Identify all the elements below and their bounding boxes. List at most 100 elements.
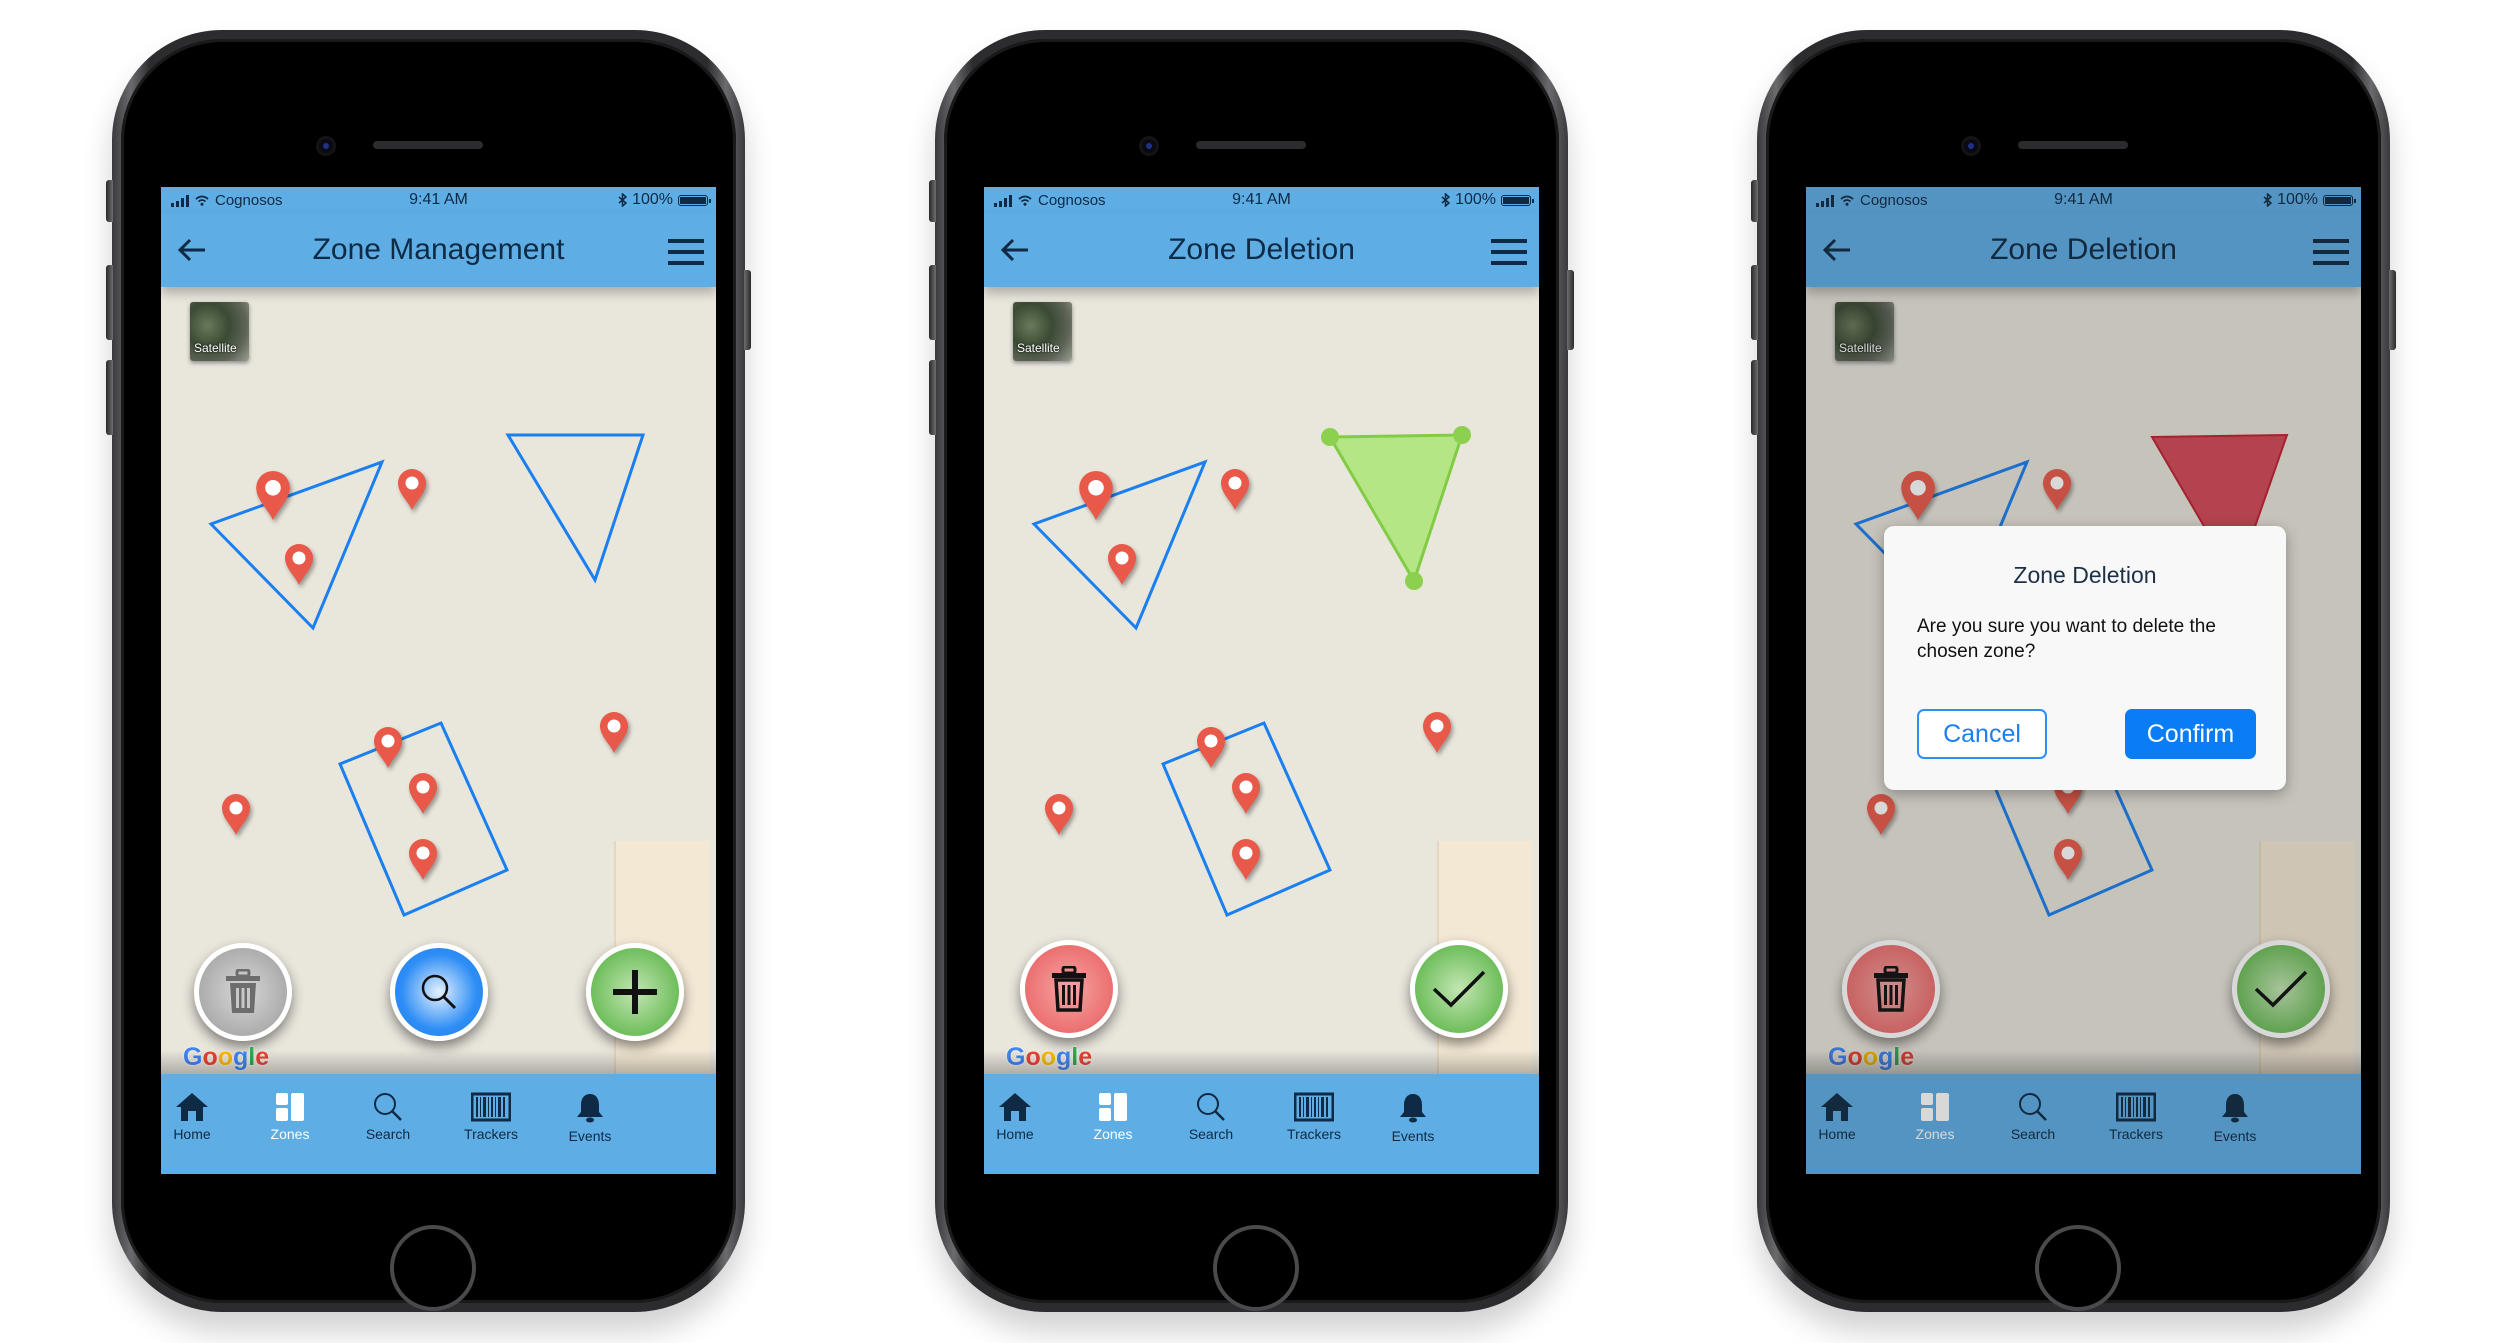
map-shadow	[161, 1050, 716, 1074]
tracker-pin[interactable]	[1107, 544, 1147, 598]
page-title: Zone Deletion	[1168, 233, 1355, 266]
tracker-pin[interactable]	[1196, 727, 1236, 781]
home-icon	[176, 1093, 208, 1121]
tracker-pin[interactable]	[1220, 469, 1260, 523]
search-zone-button[interactable]	[390, 943, 488, 1041]
nav-header: Zone Management	[161, 213, 716, 287]
volume-down-button	[106, 360, 113, 435]
delete-zone-button[interactable]	[1020, 940, 1118, 1038]
zone-triangle-2-selected[interactable]	[1327, 433, 1465, 585]
tab-label: Search	[365, 1126, 411, 1142]
tracker-pin[interactable]	[1422, 712, 1462, 766]
tab-label: Home	[996, 1126, 1034, 1142]
earpiece-speaker	[1196, 141, 1306, 149]
tab-label: Zones	[1093, 1126, 1133, 1142]
satellite-toggle[interactable]: Satellite	[190, 302, 249, 361]
home-button[interactable]	[2035, 1225, 2121, 1311]
tab-label: Home	[173, 1126, 211, 1142]
trash-icon	[226, 969, 260, 1013]
battery-percent: 100%	[632, 191, 673, 208]
confirm-selection-button[interactable]	[1410, 940, 1508, 1038]
tab-label: Trackers	[1287, 1126, 1341, 1142]
tab-label: Zones	[270, 1126, 310, 1142]
tracker-pin[interactable]	[408, 773, 448, 827]
zone-triangle-2[interactable]	[505, 433, 646, 584]
tracker-pin[interactable]	[1078, 471, 1118, 525]
volume-up-button	[929, 265, 936, 340]
hamburger-menu-icon[interactable]	[1491, 238, 1527, 266]
satellite-toggle[interactable]: Satellite	[1013, 302, 1072, 361]
volume-up-button	[1751, 265, 1758, 340]
bottom-tab-bar: Home Zones Search Trackers Events	[984, 1074, 1539, 1174]
tab-label: Trackers	[464, 1126, 518, 1142]
mute-switch	[929, 180, 936, 222]
power-button	[2389, 270, 2396, 350]
magnifier-icon	[421, 974, 457, 1010]
nav-header: Zone Deletion	[984, 213, 1539, 287]
bluetooth-icon	[618, 193, 628, 207]
dialog-title: Zone Deletion	[2013, 562, 2157, 588]
tab-search[interactable]: Search	[1166, 1092, 1256, 1142]
search-icon	[1197, 1093, 1225, 1121]
vertex-handle[interactable]	[1321, 428, 1339, 446]
vertex-handle[interactable]	[1405, 572, 1423, 590]
satellite-label: Satellite	[1017, 341, 1060, 355]
phone-frame-1: Cognosos 9:41 AM 100% Zone Management Sa…	[106, 30, 751, 1312]
tracker-pin[interactable]	[397, 469, 437, 523]
mute-switch	[106, 180, 113, 222]
page-title: Zone Management	[312, 233, 565, 266]
cancel-button[interactable]: Cancel	[1917, 709, 2047, 759]
tab-search[interactable]: Search	[343, 1092, 433, 1142]
tab-zones[interactable]: Zones	[1068, 1092, 1158, 1142]
battery-percent: 100%	[1455, 191, 1496, 208]
home-button[interactable]	[1213, 1225, 1299, 1311]
barcode-icon	[471, 1092, 511, 1122]
earpiece-speaker	[373, 141, 483, 149]
tracker-pin[interactable]	[255, 471, 295, 525]
confirm-delete-dialog: Zone Deletion Are you sure you want to d…	[1884, 526, 2286, 790]
battery-icon	[1501, 194, 1534, 206]
bluetooth-icon	[1441, 193, 1451, 207]
map-view[interactable]: Satellite Google	[984, 287, 1539, 1074]
tracker-pin[interactable]	[284, 544, 324, 598]
tracker-pin[interactable]	[1231, 773, 1271, 827]
battery-icon	[678, 194, 711, 206]
map-view[interactable]: Satellite Google	[161, 287, 716, 1074]
tab-events[interactable]: Events	[1368, 1092, 1458, 1144]
phone-frame-3: Cognosos 9:41 AM 100% Zone Deletion Sate…	[1751, 30, 2396, 1312]
tracker-pin[interactable]	[221, 794, 261, 848]
tab-label: Events	[1391, 1128, 1435, 1144]
trash-icon	[1052, 966, 1086, 1012]
tab-zones[interactable]: Zones	[245, 1092, 335, 1142]
power-button	[744, 270, 751, 350]
confirm-button[interactable]: Confirm	[2125, 709, 2256, 759]
tracker-pin[interactable]	[408, 839, 448, 893]
hamburger-menu-icon[interactable]	[668, 238, 704, 266]
volume-up-button	[106, 265, 113, 340]
tracker-pin[interactable]	[599, 712, 639, 766]
bottom-tab-bar: Home Zones Search Trackers Events	[161, 1074, 716, 1174]
zones-icon	[276, 1093, 304, 1121]
check-icon	[1432, 970, 1486, 1008]
front-camera	[1964, 139, 1978, 153]
tracker-pin[interactable]	[1044, 794, 1084, 848]
screen-zone-management: Cognosos 9:41 AM 100% Zone Management Sa…	[161, 187, 716, 1174]
status-bar: Cognosos 9:41 AM 100%	[161, 187, 716, 213]
add-zone-button[interactable]	[586, 943, 684, 1041]
phone-frame-2: Cognosos 9:41 AM 100% Zone Deletion Sate…	[929, 30, 1574, 1312]
tab-events[interactable]: Events	[545, 1092, 635, 1144]
delete-zone-button[interactable]	[194, 943, 292, 1041]
mute-switch	[1751, 180, 1758, 222]
tracker-pin[interactable]	[1231, 839, 1271, 893]
tab-trackers[interactable]: Trackers	[446, 1092, 536, 1142]
front-camera	[1142, 139, 1156, 153]
tracker-pin[interactable]	[373, 727, 413, 781]
vertex-handle[interactable]	[1453, 426, 1471, 444]
tab-trackers[interactable]: Trackers	[1269, 1092, 1359, 1142]
bell-icon	[577, 1094, 603, 1123]
tab-home[interactable]: Home	[984, 1092, 1060, 1142]
tab-label: Search	[1188, 1126, 1234, 1142]
home-button[interactable]	[390, 1225, 476, 1311]
tab-home[interactable]: Home	[161, 1092, 237, 1142]
volume-down-button	[1751, 360, 1758, 435]
